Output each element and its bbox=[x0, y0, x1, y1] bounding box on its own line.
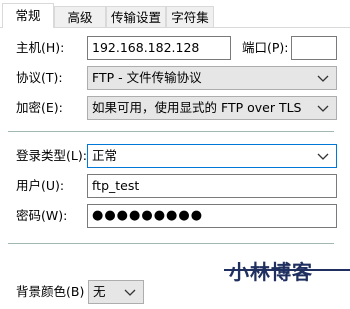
tab-charset-label: 字符集 bbox=[171, 10, 209, 25]
host-label: 主机(H): bbox=[16, 40, 65, 55]
background-color-label: 背景颜色(B) bbox=[16, 284, 85, 299]
tab-transfer-settings[interactable]: 传输设置 bbox=[106, 6, 166, 27]
section-divider bbox=[8, 243, 334, 244]
chevron-down-icon bbox=[124, 289, 136, 296]
password-input[interactable]: ●●●●●●●●● bbox=[87, 204, 337, 228]
chevron-down-icon bbox=[317, 105, 329, 112]
watermark-underline bbox=[224, 269, 350, 271]
section-divider bbox=[8, 131, 334, 132]
tab-general[interactable]: 常规 bbox=[2, 3, 54, 28]
protocol-select[interactable]: FTP - 文件传输协议 bbox=[87, 66, 337, 90]
encryption-select-value: 如果可用，使用显式的 FTP over TLS bbox=[92, 100, 302, 115]
logon-type-select-value: 正常 bbox=[92, 148, 118, 163]
protocol-label: 协议(T): bbox=[16, 70, 63, 85]
tab-charset[interactable]: 字符集 bbox=[166, 6, 214, 27]
tab-advanced-label: 高级 bbox=[67, 10, 93, 25]
protocol-select-value: FTP - 文件传输协议 bbox=[92, 70, 202, 85]
logon-type-label: 登录类型(L): bbox=[16, 148, 87, 163]
background-color-select-value: 无 bbox=[93, 284, 106, 299]
logon-type-select[interactable]: 正常 bbox=[87, 144, 337, 168]
tab-advanced[interactable]: 高级 bbox=[54, 6, 106, 27]
encryption-select[interactable]: 如果可用，使用显式的 FTP over TLS bbox=[87, 96, 337, 120]
chevron-down-icon bbox=[317, 153, 329, 160]
user-input[interactable]: ftp_test bbox=[87, 174, 337, 198]
password-label: 密码(W): bbox=[16, 208, 68, 223]
user-label: 用户(U): bbox=[16, 178, 65, 193]
tab-general-label: 常规 bbox=[15, 8, 41, 23]
host-input[interactable]: 192.168.182.128 bbox=[87, 36, 231, 60]
tab-transfer-settings-label: 传输设置 bbox=[110, 10, 161, 25]
tab-bar: 常规 高级 传输设置 字符集 bbox=[0, 0, 350, 28]
chevron-down-icon bbox=[317, 75, 329, 82]
encryption-label: 加密(E): bbox=[16, 100, 63, 115]
port-input[interactable] bbox=[291, 36, 337, 60]
port-label: 端口(P): bbox=[242, 40, 289, 55]
background-color-select[interactable]: 无 bbox=[88, 280, 144, 304]
